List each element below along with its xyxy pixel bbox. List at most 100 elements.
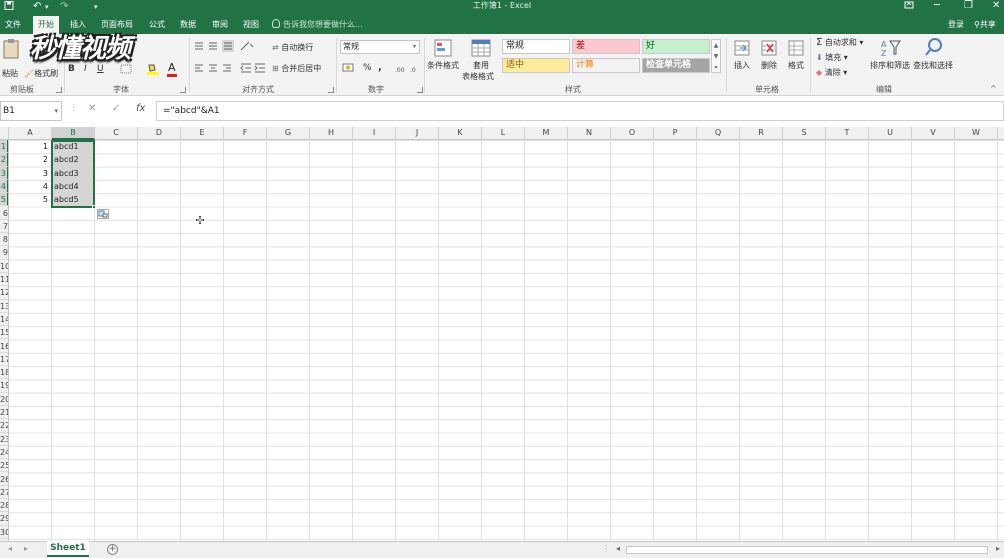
tab-review[interactable]: 审阅 [207, 16, 233, 34]
align-top-icon[interactable] [194, 42, 204, 53]
scrollbar-thumb[interactable] [626, 546, 988, 554]
row-header-18[interactable]: 18 [0, 366, 8, 380]
column-header-v[interactable]: V [912, 127, 955, 140]
row-header-25[interactable]: 25 [0, 459, 8, 473]
column-header-d[interactable]: D [138, 127, 181, 140]
close-icon[interactable]: ✕ [992, 0, 1000, 14]
clipboard-launcher-icon[interactable] [56, 87, 62, 93]
select-all-corner[interactable] [0, 127, 9, 140]
wrap-text-button[interactable]: ⇌ 自动换行 [272, 42, 313, 53]
column-header-s[interactable]: S [783, 127, 826, 140]
minimize-icon[interactable]: ─ [934, 0, 940, 14]
row-header-15[interactable]: 15 [0, 326, 8, 340]
bold-button[interactable]: B [68, 64, 75, 74]
autosum-button[interactable]: Σ 自动求和 ▾ [816, 37, 863, 48]
cell-a3[interactable]: 3 [9, 167, 51, 180]
column-header-f[interactable]: F [224, 127, 267, 140]
sign-in-link[interactable]: 登录 [948, 17, 964, 32]
row-header-6[interactable]: 6 [0, 207, 8, 220]
column-header-e[interactable]: E [181, 127, 224, 140]
formula-input[interactable]: ="abcd"&A1 [156, 101, 1004, 121]
paste-button[interactable]: 粘贴 [2, 68, 18, 79]
tell-me-search[interactable]: 告诉我您想要做什么... [272, 17, 363, 32]
row-header-9[interactable]: 9 [0, 246, 8, 260]
align-bottom-icon[interactable] [222, 40, 234, 52]
row-header-17[interactable]: 17 [0, 353, 8, 367]
column-header-w[interactable]: W [955, 127, 998, 140]
conditional-formatting-icon[interactable] [433, 38, 453, 61]
row-header-23[interactable]: 23 [0, 433, 8, 446]
style-normal[interactable]: 常规 [502, 39, 570, 54]
tab-data[interactable]: 数据 [175, 16, 201, 34]
row-header-19[interactable]: 19 [0, 379, 8, 393]
column-header-g[interactable]: G [267, 127, 310, 140]
align-right-icon[interactable] [222, 64, 232, 75]
styles-gallery-scroll[interactable]: ▲ ▼ ▾ [711, 39, 721, 73]
align-center-icon[interactable] [208, 64, 218, 75]
row-header-27[interactable]: 27 [0, 486, 8, 500]
column-header-r[interactable]: R [740, 127, 783, 140]
enter-icon[interactable]: ✓ [112, 103, 120, 114]
column-header-b[interactable]: B [52, 127, 95, 140]
ribbon-display-options-icon[interactable] [904, 0, 914, 14]
name-box[interactable]: B1 ▾ [0, 101, 62, 121]
row-header-24[interactable]: 24 [0, 446, 8, 460]
column-header-j[interactable]: J [396, 127, 439, 140]
decrease-indent-icon[interactable] [240, 63, 252, 76]
number-format-select[interactable]: 常规 ▾ [340, 40, 420, 54]
fill-button[interactable]: ⬇ 填充 ▾ [816, 52, 848, 63]
style-good[interactable]: 好 [642, 39, 710, 54]
tab-file[interactable]: 文件 [0, 16, 26, 34]
quick-analysis-icon[interactable] [97, 209, 109, 219]
insert-function-icon[interactable]: fx [136, 103, 145, 114]
row-header-12[interactable]: 12 [0, 286, 8, 300]
cell-b5[interactable]: abcd5 [52, 193, 94, 206]
style-neutral[interactable]: 适中 [502, 58, 570, 73]
format-as-table-line1[interactable]: 套用 [473, 60, 489, 71]
row-header-20[interactable]: 20 [0, 393, 8, 406]
alignment-launcher-icon[interactable] [328, 87, 334, 93]
column-header-u[interactable]: U [869, 127, 912, 140]
cell-a1[interactable]: 1 [9, 140, 51, 153]
clear-button[interactable]: ◆ 清除 ▾ [816, 67, 847, 78]
column-header-i[interactable]: I [353, 127, 396, 140]
column-header-m[interactable]: M [525, 127, 568, 140]
row-header-13[interactable]: 13 [0, 300, 8, 313]
sheet-tab-sheet1[interactable]: Sheet1 [47, 541, 89, 557]
number-launcher-icon[interactable] [417, 87, 423, 93]
conditional-formatting-button[interactable]: 条件格式 [427, 60, 459, 71]
column-header-n[interactable]: N [568, 127, 611, 140]
percent-style-button[interactable]: % [363, 63, 372, 73]
tab-view[interactable]: 视图 [238, 16, 264, 34]
cell-a4[interactable]: 4 [9, 180, 51, 193]
row-header-8[interactable]: 8 [0, 233, 8, 247]
format-as-table-button[interactable]: 表格格式 [462, 71, 494, 82]
find-select-button[interactable]: 查找和选择 [913, 60, 953, 71]
accounting-format-icon[interactable] [342, 63, 356, 76]
row-header-26[interactable]: 26 [0, 473, 8, 486]
merge-center-button[interactable]: ⊞ 合并后居中 [272, 63, 321, 74]
split-handle-icon[interactable]: ⋮ [602, 544, 610, 553]
row-header-5[interactable]: 5 [0, 193, 8, 207]
row-header-10[interactable]: 10 [0, 260, 8, 273]
row-header-16[interactable]: 16 [0, 340, 8, 353]
insert-cells-button[interactable]: 插入 [734, 60, 750, 71]
row-header-21[interactable]: 21 [0, 406, 8, 420]
decrease-decimal-icon[interactable]: .0 [410, 64, 422, 77]
cancel-icon[interactable]: ✕ [88, 103, 96, 114]
column-header-l[interactable]: L [482, 127, 525, 140]
delete-cells-icon[interactable] [759, 38, 779, 61]
insert-cells-icon[interactable] [732, 38, 752, 61]
cell-b1[interactable]: abcd1 [52, 140, 94, 153]
cell-grid[interactable]: 1 abcd1 2 abcd2 3 abcd3 4 abcd4 5 abcd5 [9, 140, 1004, 541]
cell-b3[interactable]: abcd3 [52, 167, 94, 180]
cell-b2[interactable]: abcd2 [52, 153, 94, 166]
row-header-29[interactable]: 29 [0, 512, 8, 526]
style-calculation[interactable]: 计算 [572, 58, 640, 73]
column-header-o[interactable]: O [611, 127, 654, 140]
row-header-4[interactable]: 4 [0, 179, 8, 194]
align-middle-icon[interactable] [208, 42, 218, 53]
row-header-22[interactable]: 22 [0, 419, 8, 433]
cell-b4[interactable]: abcd4 [52, 180, 94, 193]
increase-decimal-icon[interactable]: .00 [395, 64, 407, 77]
